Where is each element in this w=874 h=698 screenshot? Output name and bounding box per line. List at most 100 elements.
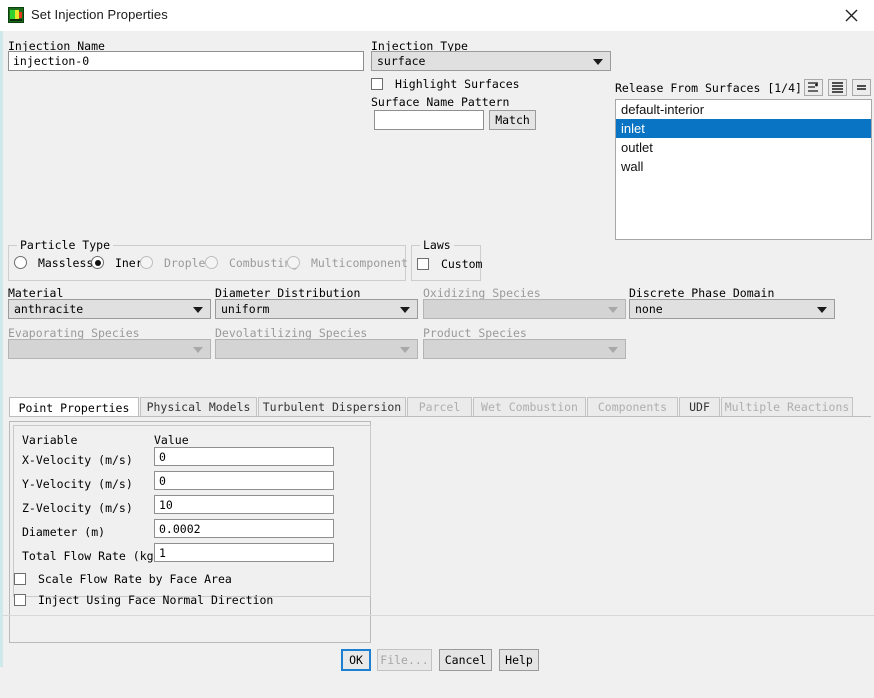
ok-button-label: OK (349, 653, 363, 667)
highlight-surfaces-label: Highlight Surfaces (394, 77, 520, 91)
list-item[interactable]: default-interior (616, 100, 871, 119)
equal-size-icon[interactable] (852, 79, 871, 96)
y-velocity-input[interactable] (154, 471, 334, 490)
inject-face-normal-checkbox[interactable]: Inject Using Face Normal Direction (14, 593, 273, 607)
tab-label: Physical Models (146, 400, 251, 414)
tab-components: Components (587, 397, 678, 416)
window-title: Set Injection Properties (31, 7, 168, 22)
set-injection-properties-dialog: Set Injection Properties Injection Name … (0, 0, 874, 671)
chevron-down-icon (400, 307, 410, 313)
file-button: File... (377, 649, 432, 671)
injection-type-dropdown[interactable]: surface (371, 51, 611, 71)
radio-droplet[interactable]: Droplet (140, 256, 212, 270)
radio-multicomponent[interactable]: Multicomponent (287, 256, 408, 270)
discrete-phase-domain-label: Discrete Phase Domain (629, 286, 775, 300)
tab-label: Point Properties (18, 400, 130, 415)
product-species-dropdown (423, 339, 626, 359)
dialog-body: Injection Name Injection Type surface Hi… (0, 31, 874, 671)
close-icon[interactable] (829, 0, 874, 30)
injection-name-input[interactable] (8, 51, 364, 71)
ok-button[interactable]: OK (341, 649, 371, 671)
material-dropdown[interactable]: anthracite (8, 299, 211, 319)
custom-law-checkbox[interactable]: Custom (417, 257, 482, 271)
product-species-label: Product Species (423, 326, 527, 340)
match-button-label: Match (495, 113, 530, 127)
radio-multicomponent-label: Multicomponent (310, 256, 408, 270)
tab-underline (9, 416, 871, 417)
radio-massless[interactable]: Massless (14, 256, 93, 270)
radio-massless-label: Massless (37, 256, 94, 270)
radio-combusting[interactable]: Combusting (205, 256, 298, 270)
chevron-down-icon (608, 307, 618, 313)
tab-strip: Point Properties Physical Models Turbule… (9, 397, 871, 417)
surface-name-pattern-input[interactable] (374, 110, 484, 130)
highlight-surfaces-checkbox[interactable]: Highlight Surfaces (371, 77, 520, 91)
inject-face-normal-label: Inject Using Face Normal Direction (37, 593, 274, 607)
help-button-label: Help (505, 653, 533, 667)
tab-wet-combustion: Wet Combustion (473, 397, 586, 416)
tab-label: Multiple Reactions (724, 400, 850, 414)
tab-multiple-reactions: Multiple Reactions (721, 397, 853, 416)
surface-name-pattern-label: Surface Name Pattern (371, 95, 510, 109)
total-flow-rate-input[interactable] (154, 543, 334, 562)
radio-circle (91, 256, 104, 269)
file-button-label: File... (380, 653, 429, 667)
particle-type-label: Particle Type (17, 238, 114, 252)
cancel-button-label: Cancel (444, 653, 487, 667)
variable-label: Total Flow Rate (kg/s) (22, 549, 175, 563)
radio-circle (287, 256, 300, 269)
diameter-distribution-value: uniform (221, 302, 270, 316)
tab-turbulent-dispersion[interactable]: Turbulent Dispersion (258, 397, 406, 416)
discrete-phase-domain-dropdown[interactable]: none (629, 299, 835, 319)
help-button[interactable]: Help (499, 649, 539, 671)
tab-label: UDF (689, 400, 710, 414)
oxidizing-species-dropdown (423, 299, 626, 319)
radio-circle (205, 256, 218, 269)
list-item[interactable]: outlet (616, 138, 871, 157)
checkbox-box (14, 594, 26, 606)
list-view-icon[interactable] (828, 79, 847, 96)
tab-label: Components (597, 400, 668, 414)
chevron-down-icon (817, 307, 827, 313)
title-bar: Set Injection Properties (0, 0, 874, 32)
list-item[interactable]: wall (616, 157, 871, 176)
injection-type-value: surface (377, 54, 426, 68)
tab-label: Turbulent Dispersion (262, 400, 402, 414)
diameter-distribution-dropdown[interactable]: uniform (215, 299, 418, 319)
tab-parcel: Parcel (407, 397, 472, 416)
checkbox-box (14, 573, 26, 585)
match-button[interactable]: Match (489, 110, 536, 130)
diameter-input[interactable] (154, 519, 334, 538)
tab-point-properties[interactable]: Point Properties (9, 397, 139, 417)
fluent-icon (8, 7, 24, 23)
material-label: Material (8, 286, 64, 300)
variable-label: Z-Velocity (m/s) (22, 501, 133, 515)
column-header-variable: Variable (22, 433, 78, 447)
tab-physical-models[interactable]: Physical Models (140, 397, 257, 416)
laws-label: Laws (420, 238, 454, 252)
scale-flow-rate-checkbox[interactable]: Scale Flow Rate by Face Area (14, 572, 232, 586)
divider (3, 615, 874, 616)
checkbox-box (371, 78, 383, 90)
chevron-down-icon (400, 347, 410, 353)
variable-label: Diameter (m) (22, 525, 106, 539)
release-from-surfaces-label: Release From Surfaces [1/4] (615, 81, 802, 95)
discrete-phase-domain-value: none (635, 302, 663, 316)
diameter-distribution-label: Diameter Distribution (215, 286, 361, 300)
custom-law-label: Custom (440, 257, 483, 271)
chevron-down-icon (608, 347, 618, 353)
oxidizing-species-label: Oxidizing Species (423, 286, 541, 300)
z-velocity-input[interactable] (154, 495, 334, 514)
filter-list-icon[interactable] (804, 79, 823, 96)
cancel-button[interactable]: Cancel (439, 649, 492, 671)
tab-udf[interactable]: UDF (679, 397, 720, 416)
evaporating-species-dropdown (8, 339, 211, 359)
checkbox-box (417, 258, 429, 270)
x-velocity-input[interactable] (154, 447, 334, 466)
release-from-surfaces-list[interactable]: default-interior inlet outlet wall (615, 99, 872, 240)
devolatilizing-species-dropdown (215, 339, 418, 359)
radio-circle (14, 256, 27, 269)
list-item[interactable]: inlet (616, 119, 871, 138)
tab-label: Wet Combustion (481, 400, 578, 414)
evaporating-species-label: Evaporating Species (8, 326, 140, 340)
